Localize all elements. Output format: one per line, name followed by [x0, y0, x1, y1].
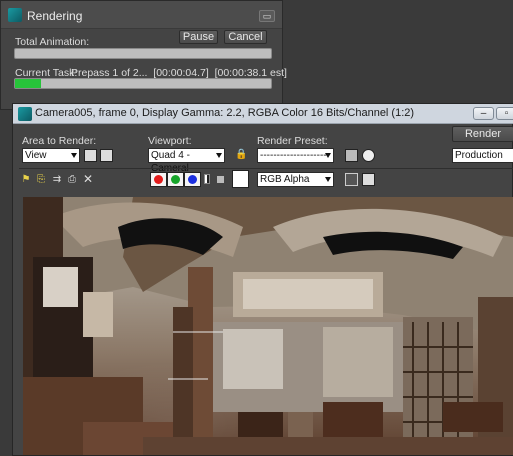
viewport-value: Quad 4 - Cameral [151, 150, 190, 174]
red-channel-icon [154, 175, 163, 184]
lock-icon[interactable]: 🔒 [235, 149, 247, 161]
green-channel-icon [171, 175, 180, 184]
green-channel-toggle[interactable] [167, 172, 184, 187]
channel-value: RGB Alpha [260, 174, 310, 185]
rendering-titlebar[interactable]: Rendering ▭ [1, 1, 282, 29]
clear-icon[interactable]: ✕ [82, 173, 94, 185]
render-preset-dropdown[interactable]: -------------------- [257, 148, 334, 163]
render-viewport[interactable] [23, 197, 513, 455]
display-toggle-icon[interactable] [345, 173, 358, 186]
app-icon [18, 107, 32, 121]
frame-title: Camera005, frame 0, Display Gamma: 2.2, … [35, 107, 415, 119]
rendered-frame-window: Camera005, frame 0, Display Gamma: 2.2, … [12, 103, 513, 456]
minimize-icon[interactable]: ▭ [259, 10, 275, 22]
chevron-down-icon [325, 177, 331, 182]
current-task-progress [14, 78, 272, 89]
rendered-image [23, 197, 513, 455]
blue-channel-toggle[interactable] [184, 172, 201, 187]
rendering-dialog: Rendering ▭ Pause Cancel Total Animation… [0, 0, 287, 110]
alpha-channel-icon[interactable] [204, 174, 210, 184]
production-dropdown[interactable]: Production [452, 148, 513, 163]
area-to-render-label: Area to Render: [22, 135, 97, 147]
pause-button[interactable]: Pause [179, 30, 218, 44]
copy-image-icon[interactable]: ⎘ [35, 174, 47, 186]
render-button[interactable]: Render [452, 126, 513, 142]
viewport-dropdown[interactable]: Quad 4 - Cameral [148, 148, 225, 174]
red-channel-toggle[interactable] [150, 172, 167, 187]
chevron-down-icon [71, 153, 77, 158]
render-preset-value: -------------------- [260, 150, 327, 161]
render-preset-label: Render Preset: [257, 135, 328, 147]
chevron-down-icon [216, 153, 222, 158]
environment-icon[interactable] [362, 149, 375, 162]
area-to-render-value: View [25, 150, 47, 161]
total-animation-label: Total Animation: [15, 36, 90, 48]
render-setup-icon[interactable] [345, 149, 358, 162]
total-animation-progress [14, 48, 272, 59]
channel-dropdown[interactable]: RGB Alpha [257, 172, 334, 187]
chevron-down-icon [325, 153, 331, 158]
maximize-icon[interactable]: ▫ [496, 107, 513, 120]
auto-region-icon[interactable] [100, 149, 113, 162]
current-task-fill [15, 79, 41, 88]
production-value: Production [455, 150, 503, 161]
minimize-icon[interactable]: – [473, 107, 494, 120]
edit-region-icon[interactable] [84, 149, 97, 162]
viewport-label: Viewport: [148, 135, 192, 147]
rendering-title: Rendering [27, 9, 83, 23]
save-image-icon[interactable]: ⚑ [20, 174, 32, 186]
app-icon [8, 8, 22, 22]
toolbar-separator [19, 168, 513, 169]
area-to-render-dropdown[interactable]: View [22, 148, 80, 163]
clone-window-icon[interactable]: ⇉ [51, 174, 63, 186]
cancel-button[interactable]: Cancel [224, 30, 267, 44]
print-icon[interactable]: ⎙ [66, 174, 78, 186]
color-swatch[interactable] [232, 170, 249, 188]
panel-toggle-icon[interactable] [362, 173, 375, 186]
blue-channel-icon [188, 175, 197, 184]
monochrome-icon[interactable] [217, 176, 224, 183]
frame-titlebar[interactable]: Camera005, frame 0, Display Gamma: 2.2, … [13, 104, 513, 124]
